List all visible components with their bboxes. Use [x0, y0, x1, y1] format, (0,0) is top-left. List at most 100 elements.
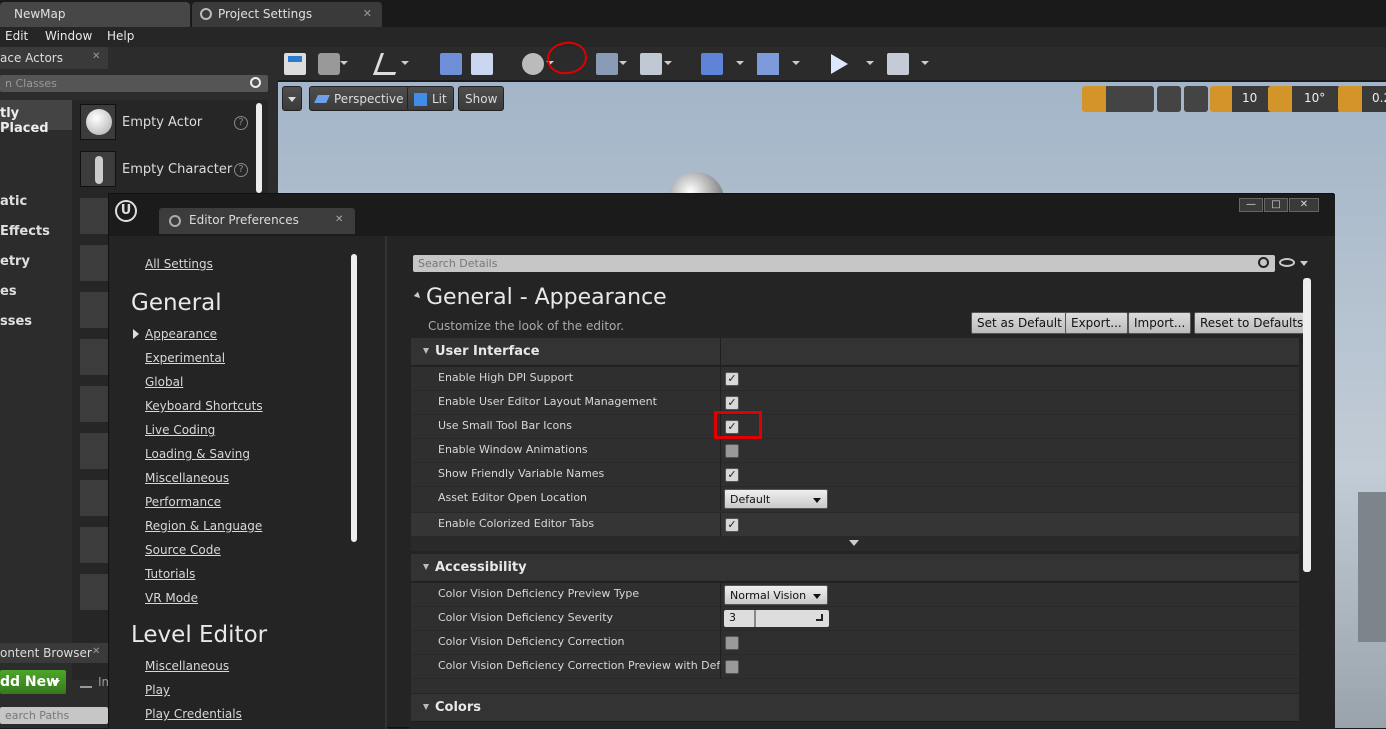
- nav-keyboard-shortcuts[interactable]: Keyboard Shortcuts: [145, 399, 263, 413]
- actor-empty-actor[interactable]: Empty Actor ?: [80, 104, 255, 144]
- category-visual-effects[interactable]: Effects: [0, 224, 50, 239]
- import-button[interactable]: Import...: [1128, 312, 1192, 334]
- classes-search-input[interactable]: n Classes: [0, 75, 268, 92]
- nav-miscellaneous[interactable]: Miscellaneous: [145, 471, 229, 485]
- close-icon[interactable]: ✕: [335, 214, 343, 225]
- perspective-button[interactable]: Perspective: [309, 86, 411, 111]
- severity-slider[interactable]: 3: [724, 610, 829, 627]
- search-details-input[interactable]: Search Details: [413, 255, 1275, 272]
- import-button[interactable]: Im: [76, 670, 113, 694]
- scale-icon[interactable]: [1130, 86, 1154, 112]
- place-actors-tab[interactable]: ace Actors ✕: [0, 47, 108, 69]
- tab-project-settings[interactable]: Project Settings ✕: [192, 2, 382, 27]
- category-recently-placed[interactable]: tly Placed: [0, 100, 72, 136]
- rotation-snap-value[interactable]: 10°: [1292, 86, 1340, 112]
- tab-newmap[interactable]: NewMap: [0, 2, 190, 27]
- checkbox-high-dpi[interactable]: ✓: [725, 372, 739, 386]
- vision-preview-type-dropdown[interactable]: Normal Vision: [724, 585, 828, 605]
- chevron-down-icon[interactable]: [792, 61, 800, 65]
- chevron-down-icon[interactable]: [340, 61, 348, 65]
- cinematics-icon[interactable]: [640, 53, 662, 75]
- nav-performance[interactable]: Performance: [145, 495, 221, 509]
- set-as-default-button[interactable]: Set as Default: [971, 312, 1068, 334]
- build-icon[interactable]: [701, 53, 723, 75]
- close-icon[interactable]: ✕: [92, 51, 100, 62]
- content-browser-tab[interactable]: ontent Browser ✕: [0, 643, 108, 663]
- scale-snap-value[interactable]: 0.2: [1362, 86, 1386, 112]
- export-button[interactable]: Export...: [1065, 312, 1128, 334]
- category-colors[interactable]: Colors: [411, 694, 1299, 722]
- tab-editor-preferences[interactable]: Editor Preferences ✕: [159, 208, 355, 234]
- nav-scrollbar[interactable]: [351, 254, 357, 542]
- expand-advanced-button[interactable]: [411, 537, 1299, 551]
- nav-le-miscellaneous[interactable]: Miscellaneous: [145, 659, 229, 673]
- rotate-icon[interactable]: [1106, 86, 1130, 112]
- window-title-bar[interactable]: U Editor Preferences ✕ — □ ✕: [109, 194, 1335, 236]
- nav-region-language[interactable]: Region & Language: [145, 519, 262, 533]
- category-all-classes[interactable]: sses: [0, 314, 32, 329]
- grid-snap-icon[interactable]: [1210, 86, 1232, 112]
- translate-icon[interactable]: [1082, 86, 1106, 112]
- nav-loading-saving[interactable]: Loading & Saving: [145, 447, 250, 461]
- checkbox-friendly-names[interactable]: ✓: [725, 468, 739, 482]
- nav-live-coding[interactable]: Live Coding: [145, 423, 215, 437]
- launch-icon[interactable]: [887, 53, 909, 75]
- menu-help[interactable]: Help: [107, 29, 134, 43]
- settings-icon[interactable]: [522, 53, 544, 75]
- category-user-interface[interactable]: User Interface: [411, 338, 1299, 366]
- nav-tutorials[interactable]: Tutorials: [145, 567, 195, 581]
- category-basic[interactable]: atic: [0, 194, 27, 209]
- search-paths-input[interactable]: earch Paths: [0, 707, 108, 724]
- rotation-snap-icon[interactable]: [1268, 86, 1292, 112]
- scrollbar[interactable]: [256, 103, 262, 193]
- nav-vr-mode[interactable]: VR Mode: [145, 591, 198, 605]
- category-accessibility[interactable]: Accessibility: [411, 554, 1299, 582]
- category-geometry[interactable]: etry: [0, 254, 30, 269]
- details-scrollbar[interactable]: [1303, 278, 1311, 572]
- chevron-down-icon[interactable]: [664, 61, 672, 65]
- play-icon[interactable]: [831, 54, 848, 74]
- checkbox-vision-correction-preview[interactable]: ✓: [725, 660, 739, 674]
- checkbox-user-layout[interactable]: ✓: [725, 396, 739, 410]
- chevron-down-icon[interactable]: [921, 61, 929, 65]
- surface-snap-icon[interactable]: [1184, 86, 1208, 112]
- chevron-down-icon[interactable]: [619, 61, 627, 65]
- chevron-down-icon[interactable]: [736, 61, 744, 65]
- close-window-button[interactable]: ✕: [1289, 198, 1319, 212]
- world-icon[interactable]: [1157, 86, 1181, 112]
- checkbox-colorized-tabs[interactable]: ✓: [725, 518, 739, 532]
- reset-to-defaults-button[interactable]: Reset to Defaults: [1194, 312, 1310, 334]
- source-control-icon[interactable]: [318, 53, 340, 75]
- nav-experimental[interactable]: Experimental: [145, 351, 225, 365]
- checkbox-vision-correction[interactable]: ✓: [725, 636, 739, 650]
- chevron-down-icon[interactable]: [1300, 261, 1308, 266]
- collapse-arrow-icon[interactable]: [413, 291, 423, 301]
- nav-appearance[interactable]: Appearance: [145, 327, 217, 341]
- content-icon[interactable]: [440, 53, 462, 75]
- maximize-button[interactable]: □: [1264, 198, 1288, 212]
- save-icon[interactable]: [284, 53, 306, 75]
- modes-icon[interactable]: [372, 53, 404, 75]
- menu-edit[interactable]: Edit: [5, 29, 28, 43]
- nav-global[interactable]: Global: [145, 375, 183, 389]
- checkbox-window-animations[interactable]: ✓: [725, 444, 739, 458]
- nav-all-settings[interactable]: All Settings: [145, 257, 213, 271]
- marketplace-icon[interactable]: [471, 53, 493, 75]
- actor-empty-character[interactable]: Empty Character ?: [80, 151, 255, 191]
- category-volumes[interactable]: es: [0, 284, 17, 299]
- chevron-down-icon[interactable]: [866, 61, 874, 65]
- nav-source-code[interactable]: Source Code: [145, 543, 221, 557]
- minimize-button[interactable]: —: [1239, 198, 1263, 212]
- blueprints-icon[interactable]: [596, 53, 618, 75]
- asset-editor-location-dropdown[interactable]: Default: [724, 489, 828, 509]
- close-icon[interactable]: ✕: [92, 646, 100, 657]
- nav-le-play-credentials[interactable]: Play Credentials: [145, 707, 242, 721]
- close-icon[interactable]: ✕: [363, 7, 372, 20]
- eye-icon[interactable]: [1279, 258, 1295, 267]
- help-icon[interactable]: ?: [234, 163, 248, 177]
- help-icon[interactable]: ?: [234, 116, 248, 130]
- chevron-down-icon[interactable]: [401, 61, 409, 65]
- show-button[interactable]: Show: [458, 86, 505, 111]
- scale-snap-icon[interactable]: [1338, 86, 1362, 112]
- compile-icon[interactable]: [757, 53, 779, 75]
